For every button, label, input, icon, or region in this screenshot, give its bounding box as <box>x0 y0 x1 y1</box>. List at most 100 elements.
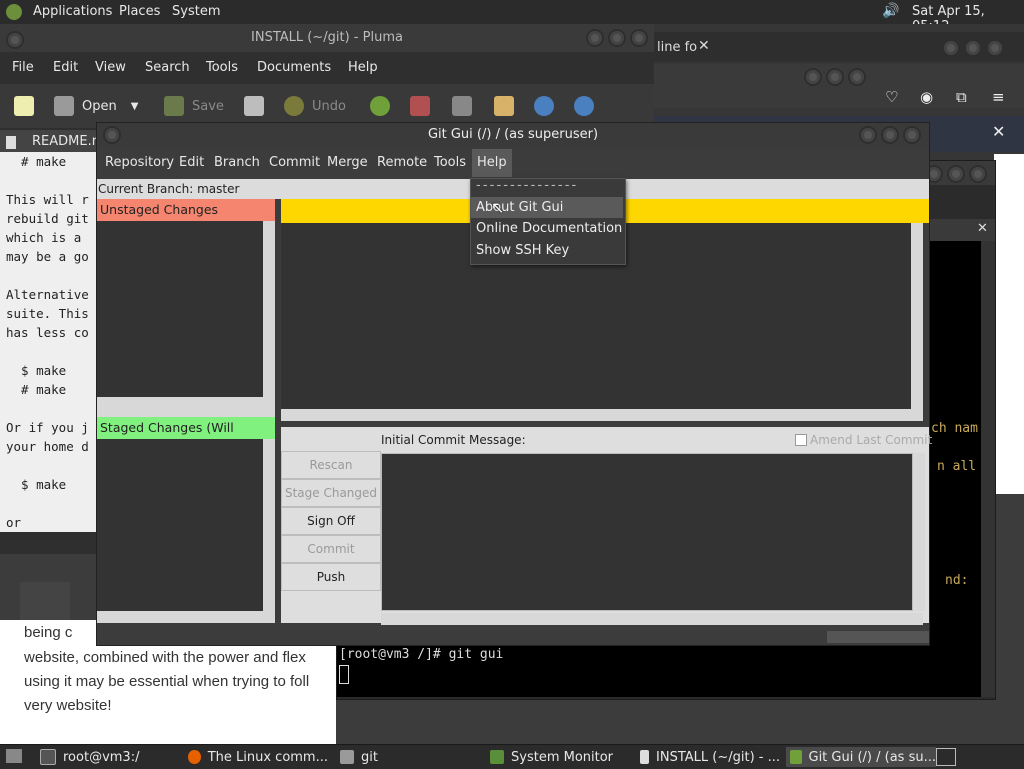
menu-help[interactable]: Help <box>348 60 378 75</box>
task-label: INSTALL (~/git) - ... <box>656 749 780 765</box>
distro-logo-icon[interactable] <box>6 4 22 20</box>
folder-icon <box>340 750 354 764</box>
maximize-icon[interactable] <box>964 39 982 57</box>
menu-tools[interactable]: Tools <box>434 155 466 170</box>
maximize-icon[interactable] <box>608 29 626 47</box>
task-pluma[interactable]: INSTALL (~/git) - ... <box>640 747 780 767</box>
menu-edit[interactable]: Edit <box>179 155 204 170</box>
hamburger-menu-icon[interactable]: ≡ <box>992 88 1005 106</box>
stage-changed-button[interactable]: Stage Changed <box>281 479 381 507</box>
menu-help[interactable]: Help <box>472 149 512 177</box>
task-terminal[interactable]: root@vm3:/ <box>40 747 180 767</box>
volume-icon[interactable]: 🔊 <box>882 3 900 21</box>
window-menu-icon[interactable] <box>6 31 24 49</box>
commit-button[interactable]: Commit <box>281 535 381 563</box>
task-label: root@vm3:/ <box>63 749 140 765</box>
maximize-icon[interactable] <box>947 165 965 183</box>
replace-button[interactable] <box>574 92 602 120</box>
print-button[interactable] <box>244 92 272 120</box>
minimize-icon[interactable] <box>586 29 604 47</box>
menu-tools[interactable]: Tools <box>206 60 238 75</box>
staged-h-scrollbar[interactable] <box>97 611 275 623</box>
commit-message-input[interactable] <box>381 453 913 611</box>
redo-button[interactable] <box>370 92 398 120</box>
sign-off-button[interactable]: Sign Off <box>281 507 381 535</box>
menu-edit[interactable]: Edit <box>53 60 78 75</box>
minimize-icon[interactable] <box>804 68 822 86</box>
menu-merge[interactable]: Merge <box>327 155 368 170</box>
menu-remote[interactable]: Remote <box>377 155 427 170</box>
copy-button[interactable] <box>452 92 480 120</box>
paste-button[interactable] <box>494 92 522 120</box>
close-tab-icon[interactable]: ✕ <box>977 221 988 236</box>
show-ssh-key-item[interactable]: Show SSH Key <box>471 240 623 261</box>
commit-v-scrollbar[interactable] <box>913 453 925 611</box>
applications-menu[interactable]: Applications <box>33 4 112 19</box>
diff-v-scrollbar[interactable] <box>911 223 923 409</box>
pluma-titlebar[interactable]: INSTALL (~/git) - Pluma <box>0 24 654 52</box>
undo-button[interactable]: Undo <box>284 92 346 120</box>
doc-line: $ make <box>6 477 67 492</box>
menu-file[interactable]: File <box>12 60 34 75</box>
menu-search[interactable]: Search <box>145 60 190 75</box>
terminal-scrollbar[interactable] <box>981 241 995 697</box>
doc-line: Alternative <box>6 287 89 302</box>
commit-h-scrollbar[interactable] <box>381 613 923 625</box>
maximize-icon[interactable] <box>826 68 844 86</box>
help-dropdown-menu: - - - - - - - - - - - - - - - About Git … <box>470 178 626 265</box>
task-git-gui[interactable]: Git Gui (/) / (as su... <box>786 747 936 767</box>
show-desktop-icon[interactable] <box>6 749 22 763</box>
pocket-icon[interactable]: ♡ <box>885 88 898 106</box>
window-menu-icon[interactable] <box>103 126 121 144</box>
system-menu[interactable]: System <box>172 4 220 19</box>
places-menu[interactable]: Places <box>119 4 160 19</box>
close-icon[interactable] <box>848 68 866 86</box>
online-documentation-item[interactable]: Online Documentation <box>471 218 623 239</box>
terminal-tab[interactable]: ✕ <box>927 219 995 241</box>
close-icon[interactable] <box>986 39 1004 57</box>
workspace-switcher-icon[interactable] <box>936 748 956 766</box>
staged-scrollbar[interactable] <box>263 439 275 611</box>
pluma-tab[interactable]: README.r <box>0 130 100 154</box>
task-files[interactable]: git <box>340 747 480 767</box>
save-button[interactable]: Save <box>164 92 224 120</box>
commit-message-label: Initial Commit Message: <box>381 433 526 447</box>
minimize-icon[interactable] <box>859 126 877 144</box>
pluma-text-area[interactable]: # make This will r rebuild git which is … <box>0 152 100 532</box>
menu-repository[interactable]: Repository <box>105 155 174 170</box>
close-icon[interactable] <box>630 29 648 47</box>
new-button[interactable] <box>14 92 42 120</box>
close-icon[interactable] <box>969 165 987 183</box>
cut-button[interactable] <box>410 92 438 120</box>
cut-icon <box>410 96 430 116</box>
unstaged-scrollbar[interactable] <box>263 221 275 397</box>
unstaged-file-list[interactable] <box>97 221 263 397</box>
menu-commit[interactable]: Commit <box>269 155 320 170</box>
close-tab-icon[interactable]: ✕ <box>698 38 710 54</box>
minimize-icon[interactable] <box>942 39 960 57</box>
close-icon[interactable]: ✕ <box>992 122 1005 141</box>
extensions-icon[interactable]: ⧉ <box>956 88 967 106</box>
open-button[interactable]: Open ▼ <box>54 92 138 120</box>
rescan-button[interactable]: Rescan <box>281 451 381 479</box>
menu-branch[interactable]: Branch <box>214 155 260 170</box>
chevron-down-icon[interactable]: ▼ <box>131 101 139 112</box>
push-button[interactable]: Push <box>281 563 381 591</box>
task-firefox[interactable]: The Linux comm... <box>188 747 328 767</box>
amend-checkbox[interactable] <box>795 434 807 446</box>
system-monitor-icon <box>490 750 504 764</box>
close-icon[interactable] <box>903 126 921 144</box>
browser-tab-title[interactable]: line fo <box>657 40 697 55</box>
task-system-monitor[interactable]: System Monitor <box>490 747 630 767</box>
webpage-line: using it may be essential when trying to… <box>24 673 310 690</box>
git-gui-titlebar[interactable]: Git Gui (/) / (as superuser) <box>97 123 929 147</box>
staged-file-list[interactable] <box>97 439 263 611</box>
maximize-icon[interactable] <box>881 126 899 144</box>
find-button[interactable] <box>534 92 562 120</box>
menu-view[interactable]: View <box>95 60 126 75</box>
menu-documents[interactable]: Documents <box>257 60 331 75</box>
diff-h-scrollbar[interactable] <box>281 409 923 421</box>
tearoff-line[interactable]: - - - - - - - - - - - - - - - <box>471 179 623 197</box>
doc-line: # make <box>6 154 67 169</box>
account-icon[interactable]: ◉ <box>920 88 933 106</box>
